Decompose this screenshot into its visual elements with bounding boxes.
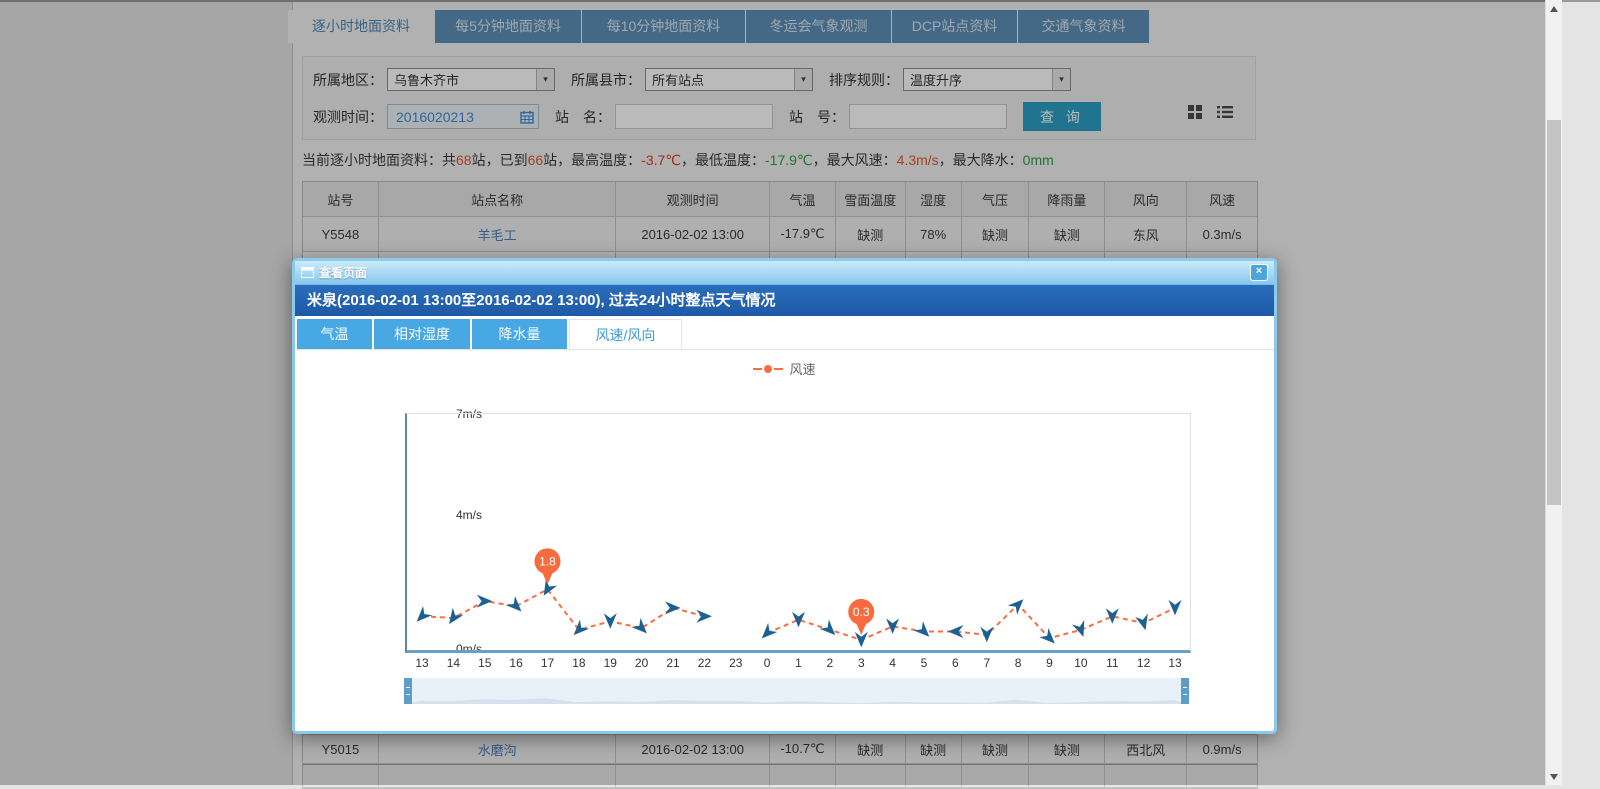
svg-text:0.3: 0.3 (853, 605, 870, 619)
wind-direction-arrow (1072, 620, 1090, 639)
x-axis-tick: 13 (1160, 656, 1190, 670)
x-axis-tick: 3 (846, 656, 876, 670)
wind-direction-arrow (792, 612, 805, 628)
wind-direction-arrow (1169, 600, 1182, 616)
x-axis-tick: 1 (784, 656, 814, 670)
x-axis-tick: 12 (1129, 656, 1159, 670)
dialog-tab-bar: 气温 相对湿度 降水量 风速/风向 (297, 319, 1274, 350)
wind-direction-arrow (980, 627, 993, 643)
wind-direction-arrow (696, 610, 712, 623)
svg-text:1.8: 1.8 (539, 554, 556, 568)
x-axis-tick: 10 (1066, 656, 1096, 670)
wind-direction-arrow (820, 620, 840, 640)
x-axis-tick: 0 (752, 656, 782, 670)
x-axis-tick: 15 (470, 656, 500, 670)
x-axis-tick: 17 (533, 656, 563, 670)
x-axis-tick: 5 (909, 656, 939, 670)
x-axis-tick: 23 (721, 656, 751, 670)
x-axis-tick: 8 (1003, 656, 1033, 670)
wind-direction-arrow (631, 618, 651, 638)
x-axis-tick: 13 (407, 656, 437, 670)
x-axis-tick: 9 (1035, 656, 1065, 670)
tab-wind-speed-direction[interactable]: 风速/风向 (569, 319, 682, 349)
view-page-dialog: 查看页面 × 米泉(2016-02-01 13:00至2016-02-02 13… (292, 258, 1277, 734)
data-zoom-right-handle[interactable] (1181, 678, 1189, 704)
legend-marker (753, 365, 783, 373)
dialog-banner: 米泉(2016-02-01 13:00至2016-02-02 13:00), 过… (295, 285, 1274, 316)
x-axis-tick: 21 (658, 656, 688, 670)
x-axis-tick: 4 (878, 656, 908, 670)
wind-direction-arrow (444, 608, 464, 628)
wind-direction-arrow (1106, 608, 1119, 624)
tab-temperature[interactable]: 气温 (297, 319, 372, 349)
close-icon[interactable]: × (1250, 264, 1268, 281)
scroll-up-icon (1550, 6, 1558, 12)
tab-relative-humidity[interactable]: 相对湿度 (374, 319, 470, 349)
wind-direction-arrow (506, 596, 526, 616)
x-axis-tick: 18 (564, 656, 594, 670)
wind-direction-arrow (569, 620, 589, 640)
x-axis-tick: 6 (940, 656, 970, 670)
wind-direction-arrow (1135, 614, 1152, 632)
x-axis-tick: 16 (501, 656, 531, 670)
x-axis-tick: 14 (438, 656, 468, 670)
wind-direction-arrow (948, 625, 964, 638)
dialog-title: 查看页面 (319, 264, 367, 281)
data-zoom-left-handle[interactable] (404, 678, 412, 704)
x-axis-tick: 2 (815, 656, 845, 670)
scroll-down-icon (1550, 774, 1558, 780)
scroll-down-button[interactable] (1546, 768, 1562, 785)
x-axis-labels: 1314151617181920212223012345678910111213 (407, 656, 1190, 672)
tab-precipitation[interactable]: 降水量 (472, 319, 567, 349)
dialog-titlebar[interactable]: 查看页面 × (295, 261, 1274, 285)
x-axis-tick: 7 (972, 656, 1002, 670)
x-axis-tick: 22 (689, 656, 719, 670)
data-zoom-preview (405, 678, 1188, 704)
data-zoom-slider[interactable] (405, 678, 1188, 704)
wind-direction-arrow (604, 613, 617, 629)
wind-direction-arrow (412, 606, 432, 626)
x-axis-tick: 11 (1097, 656, 1127, 670)
wind-direction-arrow (477, 595, 493, 608)
scrollbar-thumb[interactable] (1547, 120, 1561, 505)
scroll-up-button[interactable] (1546, 0, 1562, 17)
wind-direction-arrow (665, 601, 681, 614)
window-icon (301, 267, 314, 278)
chart-legend[interactable]: 风速 (295, 359, 1274, 378)
wind-direction-arrow (757, 623, 777, 643)
x-axis-tick: 19 (595, 656, 625, 670)
vertical-scrollbar[interactable] (1545, 0, 1562, 785)
legend-label: 风速 (789, 359, 815, 378)
wind-chart-svg: 1.8 0.3 (407, 414, 1190, 650)
wind-speed-chart: 1.8 0.3 (405, 413, 1191, 653)
x-axis-tick: 20 (627, 656, 657, 670)
